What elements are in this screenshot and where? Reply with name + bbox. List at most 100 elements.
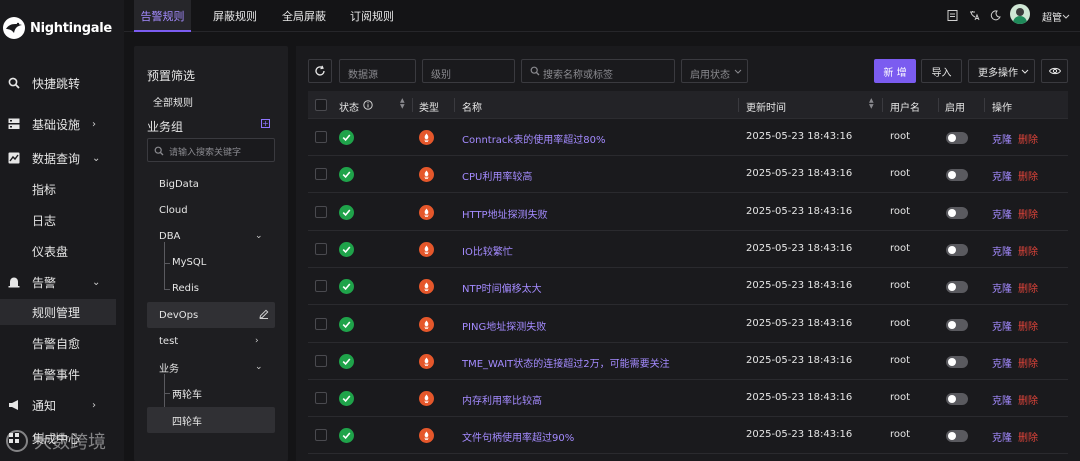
sidebar-item-alert-events[interactable]: 告警事件 xyxy=(0,361,124,387)
sidebar-item-notification[interactable]: 通知 › xyxy=(0,392,124,418)
enabled-toggle[interactable] xyxy=(946,243,968,256)
info-icon[interactable] xyxy=(363,99,373,113)
row-checkbox[interactable] xyxy=(315,168,327,181)
brand-logo[interactable]: Nightingale xyxy=(0,12,112,44)
new-rule-button[interactable]: 新 增 xyxy=(874,59,916,83)
column-header-updated[interactable]: 更新时间 xyxy=(746,99,786,114)
tab-subscribe-rules[interactable]: 订阅规则 xyxy=(340,0,404,32)
clone-button[interactable]: 克隆 xyxy=(992,280,1012,295)
moon-icon[interactable] xyxy=(989,9,1001,21)
delete-button[interactable]: 删除 xyxy=(1018,206,1038,221)
column-visibility-button[interactable] xyxy=(1041,59,1068,83)
tab-global-mute[interactable]: 全局屏蔽 xyxy=(272,0,336,32)
enabled-toggle[interactable] xyxy=(946,430,968,443)
all-rules-link[interactable]: 全部规则 xyxy=(153,94,193,109)
tab-alert-rules[interactable]: 告警规则 xyxy=(134,0,191,32)
rule-name-link[interactable]: NTP时间偏移太大 xyxy=(462,280,542,295)
level-select[interactable]: 级别 xyxy=(422,59,515,83)
delete-button[interactable]: 删除 xyxy=(1018,168,1038,183)
enabled-status-select[interactable]: 启用状态 xyxy=(681,59,748,83)
rule-name-link[interactable]: IO比较繁忙 xyxy=(462,243,513,258)
edit-icon[interactable] xyxy=(259,309,269,322)
delete-button[interactable]: 删除 xyxy=(1018,318,1038,333)
rule-name-link[interactable]: TME_WAIT状态的连接超过2万，可能需要关注 xyxy=(462,355,670,370)
group-item-cloud[interactable]: Cloud xyxy=(147,198,275,222)
clone-button[interactable]: 克隆 xyxy=(992,392,1012,407)
column-separator xyxy=(882,98,883,112)
clone-button[interactable]: 克隆 xyxy=(992,355,1012,370)
clone-button[interactable]: 克隆 xyxy=(992,131,1012,146)
sort-icon[interactable]: ▲ ▼ xyxy=(400,98,405,110)
select-all-checkbox[interactable] xyxy=(315,99,327,111)
clone-button[interactable]: 克隆 xyxy=(992,318,1012,333)
sidebar-item-quick-jump[interactable]: 快捷跳转 xyxy=(0,70,124,96)
enabled-toggle[interactable] xyxy=(946,132,968,144)
more-actions-button[interactable]: 更多操作 xyxy=(968,59,1035,83)
clone-button[interactable]: 克隆 xyxy=(992,206,1012,221)
username[interactable]: 超管 xyxy=(1042,9,1062,24)
rule-name-link[interactable]: CPU利用率较高 xyxy=(462,168,532,183)
rule-name-link[interactable]: PING地址探测失败 xyxy=(462,318,546,333)
chevron-right-icon[interactable]: › xyxy=(255,336,259,346)
delete-button[interactable]: 删除 xyxy=(1018,131,1038,146)
enabled-toggle[interactable] xyxy=(946,206,968,219)
updated-time: 2025-05-23 18:43:16 xyxy=(746,131,853,142)
sort-icon[interactable]: ▲ ▼ xyxy=(869,98,874,110)
chevron-down-icon[interactable]: ⌄ xyxy=(255,362,263,372)
rule-name-link[interactable]: HTTP地址探测失败 xyxy=(462,206,548,221)
row-checkbox[interactable] xyxy=(315,392,327,405)
sidebar-item-logs[interactable]: 日志 xyxy=(0,207,124,233)
sidebar-item-infrastructure[interactable]: 基础设施 › xyxy=(0,111,124,137)
group-item-four-wheeler[interactable]: 四轮车 xyxy=(147,407,275,433)
rule-name-link[interactable]: 文件句柄使用率超过90% xyxy=(462,429,574,444)
enabled-toggle[interactable] xyxy=(946,281,968,294)
clone-button[interactable]: 克隆 xyxy=(992,429,1012,444)
clone-button[interactable]: 克隆 xyxy=(992,168,1012,183)
sidebar-item-metrics[interactable]: 指标 xyxy=(0,176,124,202)
refresh-button[interactable] xyxy=(308,59,332,83)
row-checkbox[interactable] xyxy=(315,280,327,293)
chevron-right-icon: › xyxy=(92,118,96,130)
delete-button[interactable]: 删除 xyxy=(1018,243,1038,258)
delete-button[interactable]: 删除 xyxy=(1018,392,1038,407)
rule-name-link[interactable]: 内存利用率比较高 xyxy=(462,392,542,407)
group-item-test[interactable]: test › xyxy=(147,329,275,353)
row-checkbox[interactable] xyxy=(315,354,327,367)
sidebar-item-rule-management[interactable]: 规则管理 xyxy=(0,299,116,325)
preset-filter-title: 预置筛选 xyxy=(147,69,196,83)
sidebar-item-self-healing[interactable]: 告警自愈 xyxy=(0,330,124,356)
group-item-redis[interactable]: Redis xyxy=(147,276,275,300)
row-checkbox[interactable] xyxy=(315,317,327,330)
tab-mute-rules[interactable]: 屏蔽规则 xyxy=(203,0,267,32)
delete-button[interactable]: 删除 xyxy=(1018,429,1038,444)
rule-name-link[interactable]: Conntrack表的使用率超过80% xyxy=(462,131,605,146)
sidebar-item-data-query[interactable]: 数据查询 ⌄ xyxy=(0,145,124,171)
chevron-down-icon[interactable] xyxy=(1060,10,1072,22)
prometheus-icon xyxy=(419,130,434,145)
row-checkbox[interactable] xyxy=(315,429,327,442)
enabled-toggle[interactable] xyxy=(946,355,968,368)
enabled-toggle[interactable] xyxy=(946,169,968,182)
delete-button[interactable]: 删除 xyxy=(1018,280,1038,295)
clone-button[interactable]: 克隆 xyxy=(992,243,1012,258)
row-checkbox[interactable] xyxy=(315,131,327,143)
enabled-toggle[interactable] xyxy=(946,393,968,406)
datasource-select[interactable]: 数据源 xyxy=(339,59,416,83)
row-checkbox[interactable] xyxy=(315,242,327,255)
translate-icon[interactable] xyxy=(968,9,980,21)
rule-search-input[interactable]: 搜索名称或标签 xyxy=(521,59,675,83)
group-item-bigdata[interactable]: BigData xyxy=(147,172,275,196)
import-button[interactable]: 导入 xyxy=(921,59,962,83)
add-group-button[interactable]: + xyxy=(261,119,270,128)
chevron-down-icon[interactable]: ⌄ xyxy=(255,231,263,241)
avatar[interactable] xyxy=(1010,4,1030,24)
column-header-status[interactable]: 状态 xyxy=(339,99,359,114)
group-item-devops[interactable]: DevOps xyxy=(147,302,275,328)
document-icon[interactable] xyxy=(946,9,958,21)
row-checkbox[interactable] xyxy=(315,205,327,218)
sidebar-item-alerting[interactable]: 告警 ⌄ xyxy=(0,269,124,295)
group-search-input[interactable]: 请输入搜索关键字 xyxy=(147,138,275,162)
sidebar-item-dashboard[interactable]: 仪表盘 xyxy=(0,238,124,264)
enabled-toggle[interactable] xyxy=(946,318,968,331)
delete-button[interactable]: 删除 xyxy=(1018,355,1038,370)
